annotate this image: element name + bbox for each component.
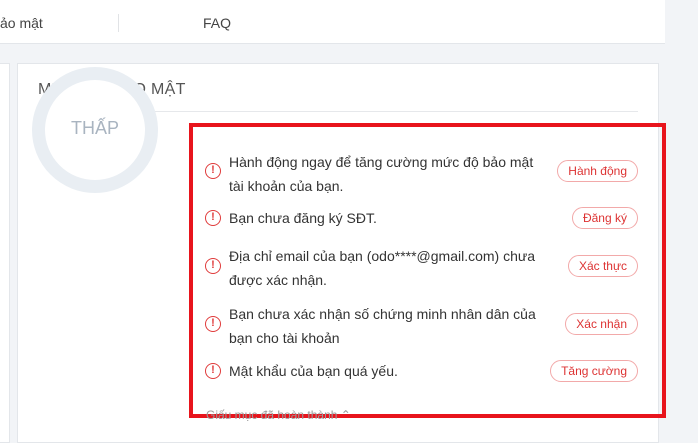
security-item-phone: ! Bạn chưa đăng ký SĐT. Đăng ký [205, 207, 645, 231]
item-text: Bạn chưa xác nhận số chứng minh nhân dân… [229, 306, 536, 346]
security-item-id: ! Bạn chưa xác nhận số chứng minh nhân d… [205, 302, 645, 350]
verify-email-button[interactable]: Xác thực [567, 255, 638, 277]
confirm-id-button[interactable]: Xác nhận [565, 313, 638, 335]
exclamation-circle-icon: ! [205, 210, 221, 226]
exclamation-circle-icon: ! [205, 363, 221, 379]
security-item-action: ! Hành động ngay để tăng cường mức độ bả… [205, 152, 645, 196]
exclamation-circle-icon: ! [205, 316, 221, 332]
hide-completed-toggle[interactable]: Giấu mục đã hoàn thành ⌃ [206, 408, 351, 422]
exclamation-circle-icon: ! [205, 163, 221, 179]
tab-security[interactable]: ảo mật [0, 15, 43, 31]
security-item-email: ! Địa chỉ email của bạn (odo****@gmail.c… [205, 244, 645, 292]
item-text: Bạn chưa đăng ký SĐT. [229, 210, 377, 226]
item-text: Hành động ngay để tăng cường mức độ bảo … [229, 154, 534, 194]
strengthen-password-button[interactable]: Tăng cường [550, 360, 638, 382]
exclamation-circle-icon: ! [205, 258, 221, 274]
chevron-up-icon: ⌃ [340, 408, 351, 422]
tab-divider [118, 14, 119, 32]
left-panel [0, 63, 10, 443]
top-nav: ảo mật FAQ [0, 0, 665, 44]
item-text: Địa chỉ email của bạn (odo****@gmail.com… [229, 248, 536, 288]
tab-faq[interactable]: FAQ [203, 15, 231, 31]
register-phone-button[interactable]: Đăng ký [571, 207, 638, 229]
item-text: Mật khẩu của bạn quá yếu. [229, 363, 398, 379]
action-button[interactable]: Hành động [557, 160, 638, 182]
hide-completed-label: Giấu mục đã hoàn thành [206, 408, 338, 422]
security-item-password: ! Mật khẩu của bạn quá yếu. Tăng cường [205, 360, 645, 384]
security-level-label: THẤP [70, 118, 119, 138]
